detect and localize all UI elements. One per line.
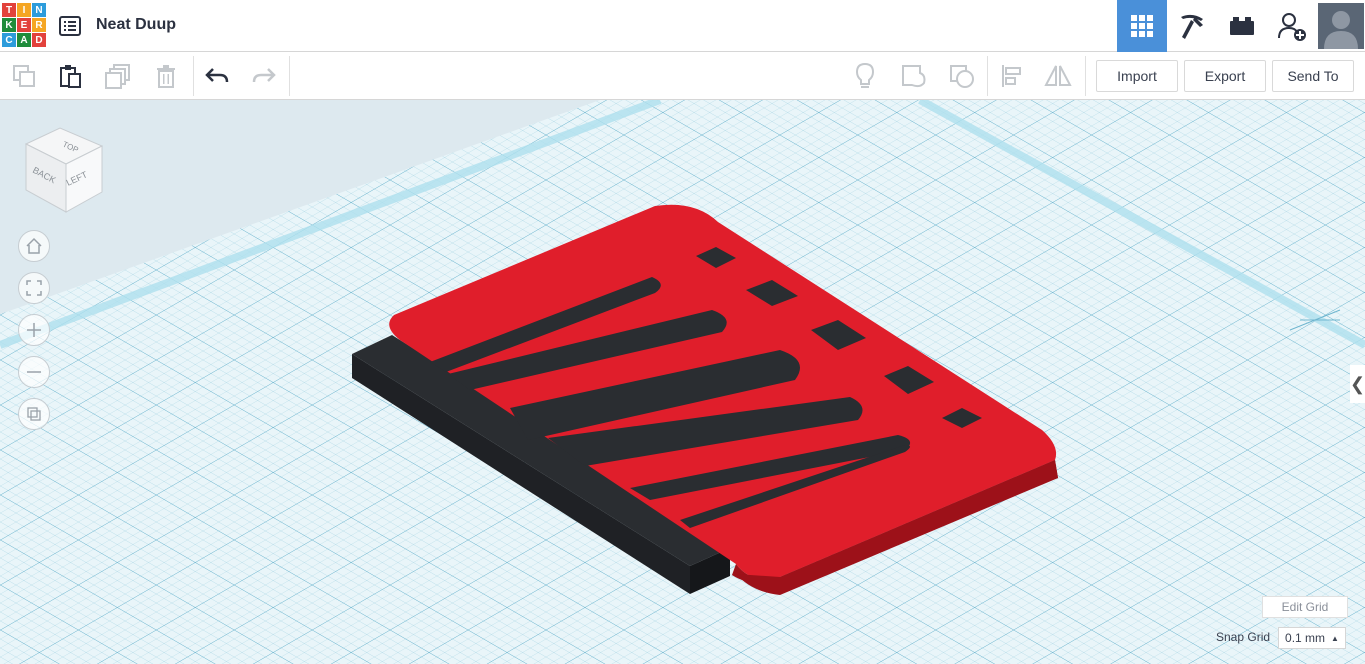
logo-letter: C bbox=[2, 33, 16, 47]
tinkercad-logo[interactable]: TIN KER CAD bbox=[2, 3, 46, 49]
fit-view-button[interactable] bbox=[18, 272, 50, 304]
add-user-icon bbox=[1278, 13, 1306, 41]
zoom-in-button[interactable] bbox=[18, 314, 50, 346]
duplicate-button[interactable] bbox=[100, 60, 136, 92]
toolbar-divider bbox=[987, 56, 988, 96]
group-icon bbox=[902, 65, 926, 88]
grid-view-button[interactable] bbox=[1117, 0, 1167, 52]
zoom-out-button[interactable] bbox=[18, 356, 50, 388]
chevron-up-icon: ▲ bbox=[1331, 633, 1339, 643]
redo-button[interactable] bbox=[246, 60, 282, 92]
copy-button[interactable] bbox=[6, 60, 42, 92]
design-list-icon[interactable] bbox=[58, 14, 82, 38]
lightbulb-icon bbox=[855, 62, 875, 88]
perspective-icon bbox=[27, 407, 41, 421]
edit-toolbar: Import Export Send To bbox=[0, 52, 1365, 100]
align-icon bbox=[1002, 65, 1021, 87]
undo-icon bbox=[205, 68, 229, 83]
fit-view-icon bbox=[26, 280, 42, 296]
bricks-button[interactable] bbox=[1217, 0, 1267, 52]
workplane-canvas[interactable] bbox=[0, 100, 1365, 664]
paste-button[interactable] bbox=[52, 60, 88, 92]
toolbar-divider bbox=[193, 56, 194, 96]
trash-icon bbox=[157, 65, 175, 88]
toolbar-divider bbox=[289, 56, 290, 96]
logo-letter: R bbox=[32, 18, 46, 32]
send-to-button[interactable]: Send To bbox=[1272, 60, 1354, 92]
ungroup-button[interactable] bbox=[944, 60, 980, 92]
share-button[interactable] bbox=[1267, 0, 1317, 52]
bricks-icon bbox=[1230, 17, 1254, 35]
logo-letter: I bbox=[17, 3, 31, 17]
logo-letter: A bbox=[17, 33, 31, 47]
home-icon bbox=[26, 237, 42, 254]
panel-collapse-toggle[interactable]: ❮ bbox=[1350, 365, 1365, 403]
grid-view-icon bbox=[1131, 15, 1153, 37]
minus-icon bbox=[27, 371, 41, 373]
notes-button[interactable] bbox=[847, 60, 883, 92]
profile-button[interactable] bbox=[1317, 0, 1365, 52]
undo-button[interactable] bbox=[199, 60, 235, 92]
snap-grid-value: 0.1 mm bbox=[1285, 631, 1326, 645]
plus-icon bbox=[27, 323, 41, 337]
paste-icon bbox=[60, 65, 81, 88]
duplicate-icon bbox=[105, 64, 130, 89]
logo-letter: E bbox=[17, 18, 31, 32]
group-button[interactable] bbox=[896, 60, 932, 92]
snap-grid-select[interactable]: 0.1 mm ▲ bbox=[1278, 627, 1346, 649]
copy-icon bbox=[13, 65, 35, 87]
mirror-button[interactable] bbox=[1040, 60, 1076, 92]
import-button[interactable]: Import bbox=[1096, 60, 1178, 92]
export-button[interactable]: Export bbox=[1184, 60, 1266, 92]
minecraft-button[interactable] bbox=[1167, 0, 1217, 52]
edit-grid-button[interactable]: Edit Grid bbox=[1262, 596, 1348, 618]
logo-letter: D bbox=[32, 33, 46, 47]
ungroup-icon bbox=[950, 65, 974, 88]
logo-letter: T bbox=[2, 3, 16, 17]
view-cube[interactable]: TOP BACK LEFT bbox=[22, 126, 106, 214]
top-header: TIN KER CAD Neat Duup bbox=[0, 0, 1365, 52]
perspective-button[interactable] bbox=[18, 398, 50, 430]
delete-button[interactable] bbox=[148, 60, 184, 92]
toolbar-divider bbox=[1085, 56, 1086, 96]
pickaxe-icon bbox=[1181, 14, 1203, 39]
redo-icon bbox=[252, 68, 276, 83]
design-title[interactable]: Neat Duup bbox=[96, 16, 176, 34]
align-button[interactable] bbox=[993, 60, 1029, 92]
avatar bbox=[1318, 3, 1364, 49]
home-view-button[interactable] bbox=[18, 230, 50, 262]
snap-grid-label: Snap Grid bbox=[1216, 630, 1271, 644]
logo-letter: K bbox=[2, 18, 16, 32]
mirror-icon bbox=[1044, 65, 1072, 86]
logo-letter: N bbox=[32, 3, 46, 17]
